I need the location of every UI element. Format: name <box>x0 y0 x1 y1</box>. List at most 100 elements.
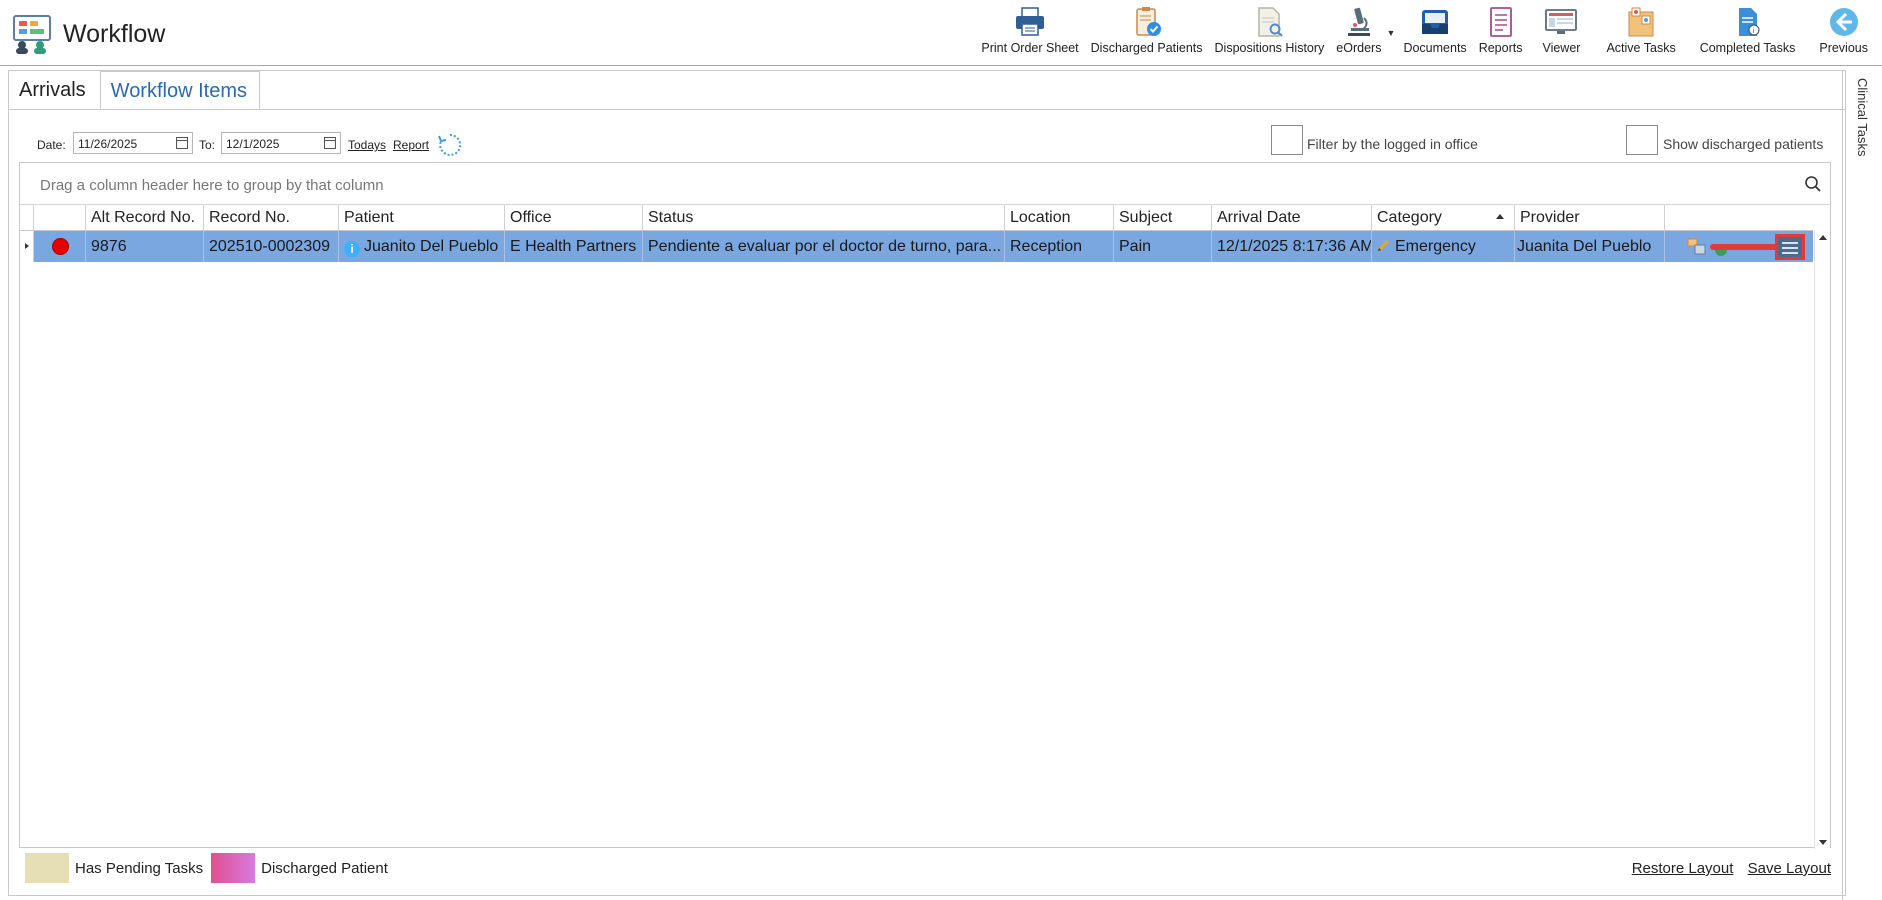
dispositions-history-button[interactable]: Dispositions History <box>1209 6 1331 62</box>
date-to-value: 12/1/2025 <box>226 137 280 151</box>
header-category[interactable]: Category <box>1372 205 1515 231</box>
main-area: Arrivals Workflow Items Date: 11/26/2025… <box>8 70 1846 896</box>
patient-name: Juanito Del Pueblo <box>364 238 499 255</box>
back-arrow-icon <box>1829 8 1858 36</box>
header-location[interactable]: Location <box>1005 205 1114 231</box>
header-alt-record-no[interactable]: Alt Record No. <box>86 205 204 231</box>
tab-arrivals[interactable]: Arrivals <box>9 71 98 109</box>
cell-category: Emergency <box>1372 231 1515 262</box>
header-arrival-date[interactable]: Arrival Date <box>1212 205 1372 231</box>
app-header: Workflow Print Order Sheet Discharged Pa… <box>0 0 1882 66</box>
header-provider[interactable]: Provider <box>1515 205 1665 231</box>
cell-subject: Pain <box>1114 231 1212 262</box>
scroll-down-icon[interactable] <box>1819 840 1827 845</box>
completed-tasks-button[interactable]: i Completed Tasks <box>1688 6 1808 62</box>
refresh-icon[interactable] <box>437 132 463 158</box>
discharged-patients-button[interactable]: Discharged Patients <box>1085 6 1209 62</box>
group-by-panel[interactable]: Drag a column header here to group by th… <box>20 163 1830 205</box>
sort-ascending-icon <box>1496 214 1504 219</box>
header-status[interactable]: Status <box>643 205 1005 231</box>
document-search-icon <box>1258 7 1284 37</box>
cell-provider: Juanita Del Pueblo <box>1515 231 1665 262</box>
eorders-dropdown-icon[interactable]: ▼ <box>1387 28 1396 38</box>
save-layout-link[interactable]: Save Layout <box>1748 860 1831 877</box>
workflow-app: Workflow Print Order Sheet Discharged Pa… <box>0 0 1882 900</box>
previous-button[interactable]: Previous <box>1807 6 1872 62</box>
task-board-icon <box>1628 7 1654 37</box>
header-record-no[interactable]: Record No. <box>204 205 339 231</box>
pending-tasks-swatch <box>25 853 69 883</box>
layout-links: Restore Layout Save Layout <box>1622 860 1831 877</box>
search-icon[interactable] <box>1804 175 1822 193</box>
task-cards-icon[interactable] <box>1687 237 1709 257</box>
header-indicator <box>20 205 34 231</box>
monitor-icon <box>1545 9 1578 34</box>
tab-workflow-items[interactable]: Workflow Items <box>99 71 260 109</box>
microscope-icon <box>1347 7 1370 36</box>
patient-info-icon[interactable]: i <box>344 241 360 257</box>
legend: Has Pending Tasks Discharged Patient <box>25 852 396 884</box>
header-category-label: Category <box>1377 209 1442 226</box>
red-status-dot-icon <box>52 238 69 255</box>
restore-layout-link[interactable]: Restore Layout <box>1632 860 1734 877</box>
scroll-up-icon[interactable] <box>1819 235 1827 240</box>
cell-patient: i Juanito Del Pueblo <box>339 231 505 262</box>
filter-office-label: Filter by the logged in office <box>1307 136 1478 152</box>
clinical-tasks-tab[interactable]: Clinical Tasks <box>1855 78 1870 157</box>
cell-office: E Health Partners <box>505 231 643 262</box>
filter-bar: Date: 11/26/2025 To: 12/1/2025 Todays Re… <box>29 120 1829 156</box>
pending-tasks-label: Has Pending Tasks <box>75 859 204 877</box>
date-from-value: 11/26/2025 <box>78 137 138 151</box>
date-from-input[interactable]: 11/26/2025 <box>73 132 193 154</box>
row-menu-button[interactable] <box>1775 234 1805 260</box>
cell-location: Reception <box>1005 231 1114 262</box>
documents-button[interactable]: Documents <box>1397 6 1472 62</box>
cell-alt-record-no: 9876 <box>86 231 204 262</box>
row-indicator[interactable] <box>20 231 34 262</box>
show-discharged-checkbox[interactable] <box>1626 125 1658 155</box>
table-row[interactable]: 9876 202510-0002309 i Juanito Del Pueblo … <box>20 231 1813 262</box>
clipboard-check-icon <box>1135 7 1161 36</box>
print-order-sheet-button[interactable]: Print Order Sheet <box>975 6 1084 62</box>
completed-doc-icon: i <box>1738 8 1760 36</box>
date-label: Date: <box>37 138 66 152</box>
header-subject[interactable]: Subject <box>1114 205 1212 231</box>
header-office[interactable]: Office <box>505 205 643 231</box>
calendar-icon[interactable] <box>324 137 336 149</box>
calendar-icon[interactable] <box>176 137 188 149</box>
report-link[interactable]: Report <box>393 138 429 152</box>
clinical-tasks-panel[interactable]: Clinical Tasks <box>1842 70 1882 900</box>
row-expand-icon[interactable] <box>25 243 29 249</box>
row-status-dot-cell <box>34 231 86 262</box>
eorders-button[interactable]: eOrders ▼ <box>1330 6 1395 62</box>
cell-record-no: 202510-0002309 <box>204 231 339 262</box>
row-actions <box>1685 231 1813 262</box>
tab-strip: Arrivals Workflow Items <box>9 71 260 109</box>
arrivals-grid: Drag a column header here to group by th… <box>19 162 1831 849</box>
show-discharged-label: Show discharged patients <box>1663 136 1824 152</box>
filter-office-checkbox[interactable] <box>1271 125 1303 155</box>
cell-status: Pendiente a evaluar por el doctor de tur… <box>643 231 1005 262</box>
header-patient[interactable]: Patient <box>339 205 505 231</box>
toolbar: Print Order Sheet Discharged Patients Di… <box>975 6 1872 62</box>
header-actions <box>1665 205 1815 231</box>
to-label: To: <box>199 138 216 152</box>
group-by-hint: Drag a column header here to group by th… <box>40 177 384 194</box>
grid-header-row: Alt Record No. Record No. Patient Office… <box>20 205 1813 231</box>
header-status-dot[interactable] <box>34 205 86 231</box>
workflow-logo-icon <box>13 15 51 54</box>
cell-arrival-date: 12/1/2025 8:17:36 AM <box>1212 231 1372 262</box>
app-title: Workflow <box>63 20 166 48</box>
active-tasks-button[interactable]: Active Tasks <box>1594 6 1687 62</box>
date-to-input[interactable]: 12/1/2025 <box>221 132 341 154</box>
todays-link[interactable]: Todays <box>348 138 386 152</box>
printer-icon <box>1016 7 1045 36</box>
grid-vertical-scrollbar[interactable] <box>1814 231 1830 849</box>
arrivals-content: Date: 11/26/2025 To: 12/1/2025 Todays Re… <box>9 109 1845 895</box>
report-icon <box>1489 7 1512 37</box>
reports-button[interactable]: Reports <box>1473 6 1529 62</box>
pencil-icon <box>1377 239 1390 252</box>
viewer-button[interactable]: Viewer <box>1528 6 1594 62</box>
discharged-patient-swatch <box>211 853 256 883</box>
inbox-tray-icon <box>1422 10 1449 34</box>
